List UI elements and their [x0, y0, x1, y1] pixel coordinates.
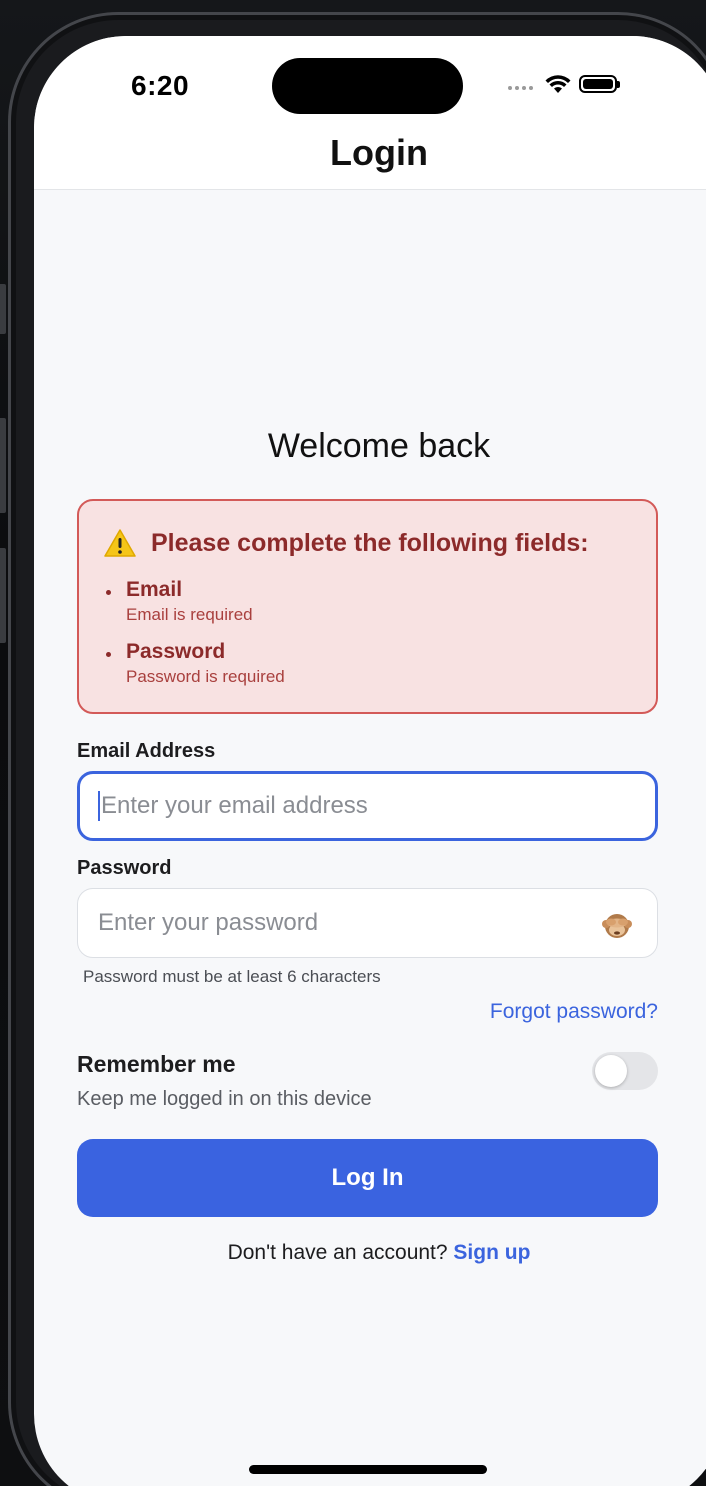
email-label: Email Address: [77, 740, 216, 762]
see-no-evil-monkey-icon[interactable]: [601, 909, 633, 941]
bullet: [106, 652, 111, 657]
error-field-name: Password: [126, 640, 226, 663]
email-placeholder: Enter your email address: [101, 792, 368, 819]
app-screen: 6:20 Login Welcome back Please complete …: [34, 36, 706, 1486]
password-placeholder: Enter your password: [98, 909, 319, 936]
page-title: Login: [330, 132, 428, 173]
device-frame: 6:20 Login Welcome back Please complete …: [0, 0, 706, 1486]
battery-icon: [579, 75, 620, 93]
warning-icon: [104, 529, 136, 557]
password-label: Password: [77, 857, 172, 879]
signup-prompt: Don't have an account?: [227, 1241, 454, 1264]
remember-me-subtitle: Keep me logged in on this device: [77, 1088, 372, 1110]
error-item: Email Email is required: [103, 577, 285, 627]
device-side-button: [0, 418, 6, 513]
device-side-button: [0, 284, 6, 334]
error-message: Password is required: [126, 667, 285, 686]
status-bar-time: 6:20: [131, 70, 190, 101]
signup-row: Don't have an account? Sign up: [34, 1241, 706, 1265]
password-hint: Password must be at least 6 characters: [83, 967, 381, 986]
email-field[interactable]: Enter your email address: [77, 771, 658, 841]
toggle-knob: [595, 1055, 627, 1087]
wifi-icon: [545, 75, 571, 93]
home-indicator[interactable]: [249, 1465, 487, 1474]
status-bar-icons: [508, 74, 620, 94]
error-message: Email is required: [126, 605, 253, 624]
welcome-heading: Welcome back: [267, 427, 491, 465]
remember-me-title: Remember me: [77, 1051, 236, 1077]
remember-me-toggle[interactable]: [592, 1052, 658, 1090]
validation-error-box: Please complete the following fields: Em…: [77, 499, 658, 714]
error-list: Email Email is required Password Passwor…: [103, 577, 285, 701]
dynamic-island: [272, 58, 463, 114]
error-field-name: Email: [126, 578, 183, 601]
text-caret: [98, 791, 100, 821]
forgot-password-link[interactable]: Forgot password?: [490, 1000, 658, 1024]
bullet: [106, 590, 111, 595]
signup-link[interactable]: Sign up: [453, 1241, 530, 1264]
error-header: Please complete the following fields:: [103, 528, 589, 558]
error-title: Please complete the following fields:: [151, 528, 589, 557]
login-button[interactable]: Log In: [77, 1139, 658, 1217]
navigation-header: 6:20 Login: [34, 36, 706, 190]
error-item: Password Password is required: [103, 639, 285, 689]
password-field[interactable]: Enter your password: [77, 888, 658, 958]
cellular-signal-icon: [508, 86, 533, 90]
device-side-button: [0, 548, 6, 643]
